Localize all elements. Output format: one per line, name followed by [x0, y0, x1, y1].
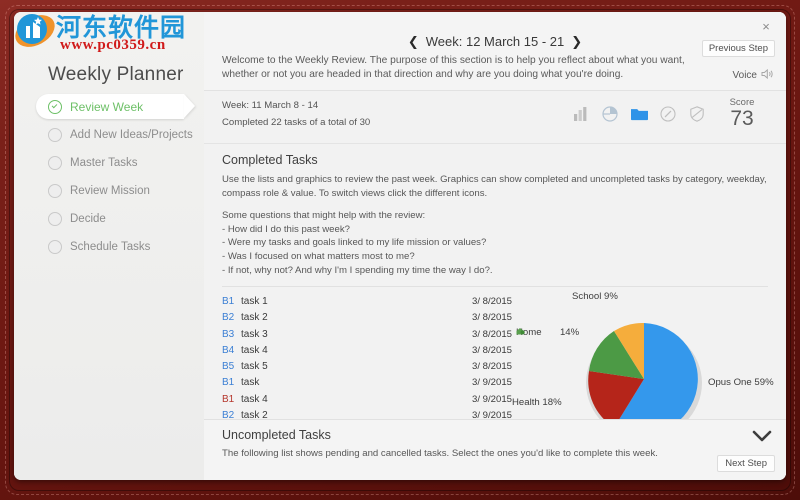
sidebar-step-list: Review Week Add New Ideas/Projects Maste… — [36, 94, 204, 262]
sidebar: Weekly Planner Review Week Add New Ideas… — [14, 12, 204, 480]
completed-count-label: Completed 22 tasks of a total of 30 — [222, 116, 371, 128]
previous-step-button[interactable]: Previous Step — [701, 40, 775, 57]
table-row[interactable]: B4 task 4 3/ 8/2015 — [222, 342, 512, 358]
compass-icon[interactable] — [659, 105, 677, 123]
voice-toggle[interactable]: Voice — [733, 68, 775, 83]
questions-header: Some questions that might help with the … — [222, 210, 426, 222]
task-code: B3 — [222, 328, 235, 340]
score-value: 73 — [730, 107, 754, 130]
pie-label-opus-one: Opus One 59% — [708, 377, 774, 389]
bar-chart-icon[interactable] — [572, 105, 590, 123]
next-step-button[interactable]: Next Step — [717, 455, 775, 472]
table-row[interactable]: B3 task 3 3/ 8/2015 — [222, 326, 512, 342]
circle-icon — [48, 239, 62, 254]
completed-tasks-intro: Use the lists and graphics to review the… — [222, 174, 767, 199]
task-code: B4 — [222, 344, 235, 356]
home-icon — [516, 328, 555, 336]
uncompleted-tasks-section: Uncompleted Tasks The following list sho… — [204, 419, 786, 480]
speaker-icon — [761, 68, 775, 83]
task-code: B1 — [222, 295, 235, 307]
completed-tasks-section: Completed Tasks Use the lists and graphi… — [204, 144, 786, 277]
main-panel: Weekly Planner Review Week Add New Ideas… — [14, 12, 786, 480]
task-name: task 2 — [241, 312, 268, 324]
task-name: task 4 — [241, 344, 268, 356]
table-row[interactable]: B1 task 3/ 9/2015 — [222, 375, 512, 391]
task-name: task 5 — [241, 361, 268, 373]
task-code: B1 — [222, 393, 235, 405]
question-item: - Were my tasks and goals linked to my l… — [222, 237, 487, 249]
previous-week-label: Week: 11 March 8 - 14 — [222, 100, 319, 111]
table-row[interactable]: B1 task 1 3/ 8/2015 — [222, 293, 512, 309]
table-row[interactable]: B1 task 4 3/ 9/2015 — [222, 391, 512, 407]
completed-tasks-title: Completed Tasks — [222, 153, 318, 167]
sidebar-item-review-week[interactable]: Review Week — [36, 94, 184, 119]
circle-icon — [48, 127, 62, 142]
sidebar-item-review-mission[interactable]: Review Mission — [36, 178, 204, 203]
pie-label-school: School 9% — [572, 291, 618, 303]
week-summary-text: Week: 11 March 8 - 14 Completed 22 tasks… — [222, 98, 370, 132]
task-name: task — [241, 377, 260, 389]
chevron-down-icon[interactable] — [752, 430, 772, 448]
sidebar-item-master-tasks[interactable]: Master Tasks — [36, 150, 204, 175]
task-code: B1 — [222, 377, 235, 389]
pie-chart-icon[interactable] — [601, 105, 619, 123]
close-icon[interactable]: × — [758, 19, 774, 35]
question-item: - How did I do this past week? — [222, 223, 350, 235]
content-topbar: × ❮ Week: 12 March 15 - 21 ❯ Welcome to th… — [204, 12, 786, 91]
circle-icon — [48, 211, 62, 226]
sidebar-item-label: Add New Ideas/Projects — [70, 128, 193, 141]
sidebar-item-label: Review Week — [70, 99, 144, 114]
table-row[interactable]: B2 task 2 3/ 8/2015 — [222, 310, 512, 326]
question-item: - Was I focused on what matters most to … — [222, 251, 415, 263]
completed-task-list: B1 task 1 3/ 8/2015 B2 task 2 3/ 8/2015 … — [222, 293, 512, 440]
sidebar-item-label: Schedule Tasks — [70, 240, 151, 253]
task-name: task 4 — [241, 393, 268, 405]
next-week-arrow[interactable]: ❯ — [564, 34, 589, 49]
folder-icon[interactable] — [630, 105, 648, 123]
task-code: B2 — [222, 312, 235, 324]
sidebar-item-label: Review Mission — [70, 184, 150, 197]
sidebar-item-add-new-ideas[interactable]: Add New Ideas/Projects — [36, 122, 204, 147]
score-display: Score 73 — [714, 97, 770, 130]
pie-label-home-value: 14% — [559, 327, 580, 339]
view-switch-icons — [572, 105, 706, 123]
week-navigator: ❮ Week: 12 March 15 - 21 ❯ — [204, 34, 786, 50]
question-item: - If not, why not? And why I'm I spendin… — [222, 264, 493, 276]
shield-icon[interactable] — [688, 105, 706, 123]
application-window: Weekly Planner Review Week Add New Ideas… — [0, 0, 800, 500]
main-content: × ❮ Week: 12 March 15 - 21 ❯ Welcome to th… — [204, 12, 786, 480]
task-name: task 3 — [241, 328, 268, 340]
uncompleted-tasks-title: Uncompleted Tasks — [222, 428, 331, 442]
week-title: Week: 12 March 15 - 21 — [425, 34, 565, 49]
pie-label-health: Health 18% — [512, 397, 562, 409]
welcome-text: Welcome to the Weekly Review. The purpos… — [222, 55, 685, 81]
review-questions: Some questions that might help with the … — [222, 209, 768, 277]
task-name: task 1 — [241, 295, 268, 307]
voice-label: Voice — [732, 70, 757, 81]
table-row[interactable]: B5 task 5 3/ 8/2015 — [222, 358, 512, 374]
previous-week-arrow[interactable]: ❮ — [401, 34, 426, 49]
uncompleted-tasks-description: The following list shows pending and can… — [222, 448, 658, 459]
pie-label-home: Home 14% — [516, 327, 579, 338]
check-circle-icon — [48, 99, 62, 114]
circle-icon — [48, 183, 62, 198]
circle-icon — [48, 155, 62, 170]
sidebar-item-label: Decide — [70, 212, 106, 225]
sidebar-item-schedule-tasks[interactable]: Schedule Tasks — [36, 234, 204, 259]
page-title: Weekly Planner — [48, 64, 184, 85]
task-code: B5 — [222, 361, 235, 373]
sidebar-item-decide[interactable]: Decide — [36, 206, 204, 231]
week-summary-row: Week: 11 March 8 - 14 Completed 22 tasks… — [204, 91, 786, 144]
sidebar-item-label: Master Tasks — [70, 156, 138, 169]
